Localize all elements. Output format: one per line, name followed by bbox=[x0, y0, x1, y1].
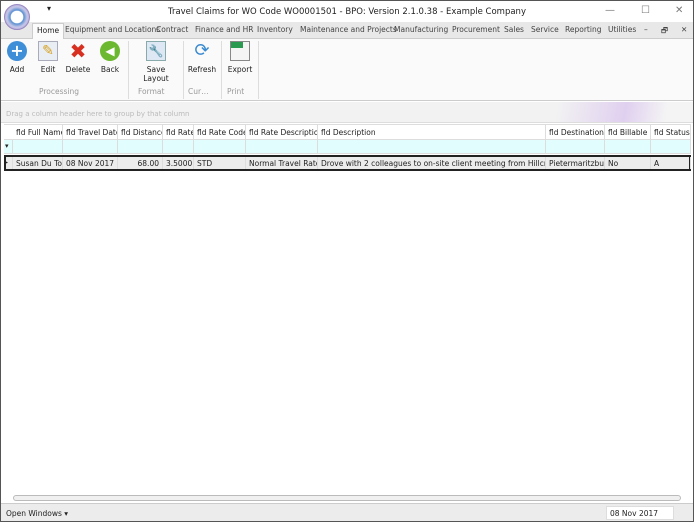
column-header[interactable]: fld Rate Description bbox=[246, 125, 318, 139]
edit-label: Edit bbox=[40, 65, 56, 74]
filter-cell[interactable] bbox=[605, 140, 651, 153]
table-cell[interactable]: A bbox=[651, 157, 691, 169]
tab-home[interactable]: Home bbox=[32, 23, 65, 40]
table-cell[interactable]: Pietermaritzburg bbox=[546, 157, 605, 169]
column-header[interactable]: fld Full Name bbox=[13, 125, 63, 139]
export-button[interactable]: Export bbox=[226, 41, 254, 74]
tab-utilities[interactable]: Utilities bbox=[608, 25, 636, 34]
tab-service[interactable]: Service bbox=[531, 25, 559, 34]
date-field[interactable]: 08 Nov 2017 bbox=[606, 506, 674, 520]
table-cell[interactable]: Normal Travel Rate bbox=[246, 157, 318, 169]
filter-cell[interactable] bbox=[318, 140, 546, 153]
export-xlsx-icon bbox=[230, 41, 250, 61]
column-header[interactable]: fld Description bbox=[318, 125, 546, 139]
mdi-minimize-button[interactable]: – bbox=[644, 25, 648, 34]
tab-contract[interactable]: Contract bbox=[156, 25, 188, 34]
refresh-icon: ⟳ bbox=[194, 40, 210, 61]
delete-label: Delete bbox=[65, 65, 91, 74]
tab-equipment[interactable]: Equipment and Locations bbox=[65, 25, 160, 34]
filter-cell[interactable] bbox=[163, 140, 194, 153]
save-layout-label: Save Layout bbox=[143, 65, 169, 83]
table-cell[interactable]: No bbox=[605, 157, 651, 169]
title-bar: Travel Claims for WO Code WO0001501 - BP… bbox=[1, 1, 693, 22]
back-icon: ◀ bbox=[100, 41, 120, 61]
table-cell[interactable]: 08 Nov 2017 bbox=[63, 157, 118, 169]
filter-cell[interactable] bbox=[546, 140, 605, 153]
back-button[interactable]: ◀ Back bbox=[99, 41, 121, 74]
close-button[interactable]: ✕ bbox=[675, 5, 683, 16]
mdi-close-button[interactable]: ✕ bbox=[681, 25, 687, 34]
table-row[interactable]: ▸ Susan Du Toit 08 Nov 2017 68.00 3.5000 STD… bbox=[4, 155, 691, 171]
table-cell[interactable]: 3.5000 bbox=[163, 157, 194, 169]
column-header[interactable]: fld Destination bbox=[546, 125, 605, 139]
filter-cell[interactable] bbox=[63, 140, 118, 153]
horizontal-scrollbar[interactable] bbox=[5, 494, 689, 502]
refresh-button[interactable]: ⟳ Refresh bbox=[187, 40, 217, 75]
export-label: Export bbox=[227, 65, 253, 74]
auto-filter-row[interactable]: ▾ bbox=[4, 140, 691, 154]
mdi-restore-button[interactable]: 🗗 bbox=[661, 25, 668, 38]
app-logo-icon[interactable] bbox=[4, 4, 30, 30]
tab-sales[interactable]: Sales bbox=[504, 25, 524, 34]
save-layout-icon: 🔧 bbox=[146, 41, 166, 61]
group-by-panel[interactable]: Drag a column header here to group by th… bbox=[1, 102, 693, 123]
back-label: Back bbox=[100, 65, 120, 74]
group-format: Format bbox=[138, 87, 165, 96]
add-icon: + bbox=[7, 41, 27, 61]
column-header[interactable]: fld Rate Code bbox=[194, 125, 246, 139]
table-cell[interactable]: Drove with 2 colleagues to on-site clien… bbox=[318, 157, 546, 169]
filter-cell[interactable] bbox=[194, 140, 246, 153]
row-indicator-icon: ▸ bbox=[4, 157, 13, 169]
delete-icon: ✖ bbox=[69, 39, 87, 63]
column-header[interactable]: fld Status bbox=[651, 125, 691, 139]
grid-header-row: fld Full Name fld Travel Date fld Distance… bbox=[4, 124, 691, 140]
table-cell[interactable]: STD bbox=[194, 157, 246, 169]
scroll-thumb[interactable] bbox=[13, 495, 681, 501]
edit-button[interactable]: ✎ Edit bbox=[37, 41, 59, 74]
status-bar: Open Windows ▾ 08 Nov 2017 bbox=[1, 503, 693, 521]
filter-cell[interactable] bbox=[118, 140, 163, 153]
open-windows-button[interactable]: Open Windows ▾ bbox=[6, 509, 68, 518]
column-header[interactable]: fld Rate bbox=[163, 125, 194, 139]
tab-reporting[interactable]: Reporting bbox=[565, 25, 601, 34]
column-header[interactable]: fld Travel Date bbox=[63, 125, 118, 139]
tab-maintenance[interactable]: Maintenance and Projects bbox=[300, 25, 397, 34]
refresh-label: Refresh bbox=[187, 65, 217, 74]
quick-access-dropdown[interactable]: ▾ bbox=[47, 4, 51, 13]
ribbon: + Add ✎ Edit ✖ Delete ◀ Back 🔧 Save Layo… bbox=[1, 39, 693, 101]
ribbon-tabs: Home Equipment and Locations Contract Fi… bbox=[1, 22, 693, 40]
tab-procurement[interactable]: Procurement bbox=[452, 25, 500, 34]
add-label: Add bbox=[9, 65, 25, 74]
group-hint: Drag a column header here to group by th… bbox=[6, 110, 190, 118]
filter-cell[interactable] bbox=[246, 140, 318, 153]
filter-cell[interactable] bbox=[651, 140, 691, 153]
group-current: Cur… bbox=[188, 87, 209, 96]
delete-button[interactable]: ✖ Delete bbox=[65, 41, 91, 74]
table-cell[interactable]: 68.00 bbox=[118, 157, 163, 169]
tab-finance[interactable]: Finance and HR bbox=[195, 25, 253, 34]
group-processing: Processing bbox=[39, 87, 80, 96]
window-title: Travel Claims for WO Code WO0001501 - BP… bbox=[168, 7, 526, 17]
edit-icon: ✎ bbox=[38, 41, 58, 61]
column-header[interactable]: fld Distance bbox=[118, 125, 163, 139]
filter-cell[interactable] bbox=[13, 140, 63, 153]
minimize-button[interactable]: — bbox=[605, 5, 615, 16]
save-layout-button[interactable]: 🔧 Save Layout bbox=[133, 41, 179, 83]
add-button[interactable]: + Add bbox=[6, 41, 28, 74]
column-header[interactable]: fld Billable bbox=[605, 125, 651, 139]
tab-inventory[interactable]: Inventory bbox=[257, 25, 293, 34]
filter-icon: ▾ bbox=[4, 140, 13, 153]
table-cell[interactable]: Susan Du Toit bbox=[13, 157, 63, 169]
tab-manufacturing[interactable]: Manufacturing bbox=[394, 25, 448, 34]
group-print: Print bbox=[227, 87, 245, 96]
maximize-button[interactable]: ☐ bbox=[641, 5, 650, 16]
